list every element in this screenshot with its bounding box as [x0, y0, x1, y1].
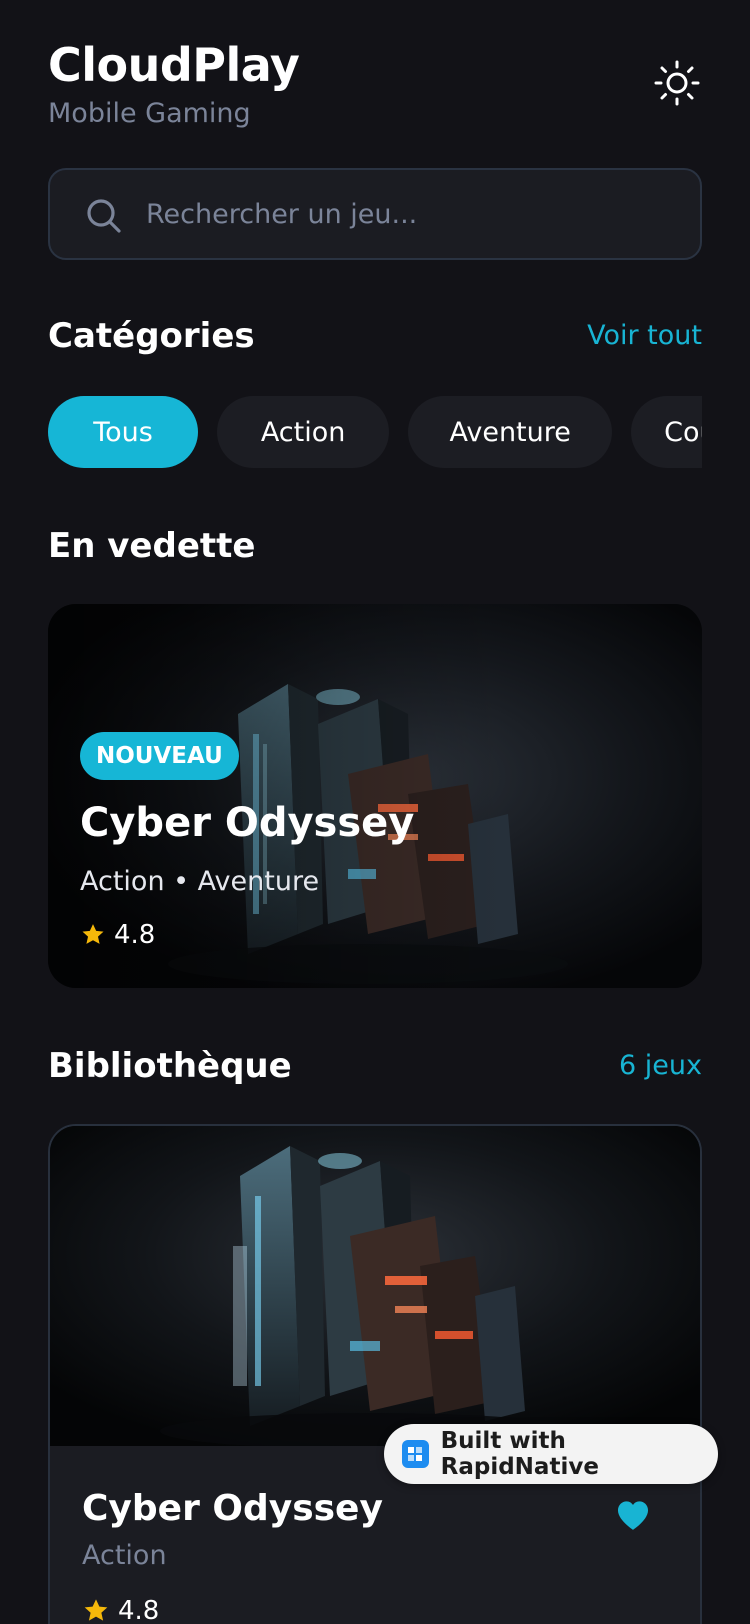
- search-icon: [87, 199, 121, 233]
- library-game-card[interactable]: Cyber Odyssey Action 4.8: [48, 1124, 702, 1624]
- featured-rating-value: 4.8: [114, 920, 156, 950]
- library-game-image-frame: [50, 1126, 700, 1446]
- library-game-title: Cyber Odyssey: [82, 1488, 383, 1529]
- built-with-rapidnative-badge[interactable]: Built with RapidNative: [384, 1424, 718, 1484]
- sun-icon: [654, 60, 700, 106]
- search-input[interactable]: [146, 170, 666, 258]
- star-icon: [84, 1599, 108, 1621]
- featured-game-title: Cyber Odyssey: [80, 800, 415, 846]
- search-box[interactable]: [48, 168, 702, 260]
- app-title: CloudPlay: [48, 38, 300, 92]
- categories-title: Catégories: [48, 316, 255, 356]
- chip-adventure[interactable]: Aventure: [408, 396, 613, 468]
- library-title: Bibliothèque: [48, 1046, 292, 1086]
- chip-all[interactable]: Tous: [48, 396, 198, 468]
- library-game-genre: Action: [82, 1540, 167, 1571]
- favorite-button[interactable]: [614, 1496, 652, 1536]
- built-with-label: Built with RapidNative: [440, 1428, 599, 1480]
- library-count: 6 jeux: [619, 1050, 702, 1081]
- featured-rating: 4.8: [80, 920, 155, 950]
- chip-racing[interactable]: Course: [631, 396, 702, 468]
- app-subtitle: Mobile Gaming: [48, 98, 251, 129]
- heart-icon: [617, 1501, 649, 1530]
- new-badge: NOUVEAU: [80, 732, 239, 780]
- star-icon: [82, 924, 104, 944]
- rapidnative-logo-icon: [402, 1440, 429, 1468]
- library-rating: 4.8: [82, 1596, 159, 1624]
- featured-title: En vedette: [48, 526, 256, 566]
- featured-game-card[interactable]: NOUVEAU Cyber Odyssey Action • Aventure …: [48, 604, 702, 988]
- theme-toggle-button[interactable]: [652, 58, 702, 108]
- chip-action[interactable]: Action: [217, 396, 390, 468]
- library-rating-value: 4.8: [118, 1596, 160, 1624]
- category-chips: Tous Action Aventure Course: [48, 396, 702, 468]
- see-all-link[interactable]: Voir tout: [587, 320, 702, 351]
- cyber-city-image: [50, 1126, 700, 1446]
- featured-game-genres: Action • Aventure: [80, 866, 320, 897]
